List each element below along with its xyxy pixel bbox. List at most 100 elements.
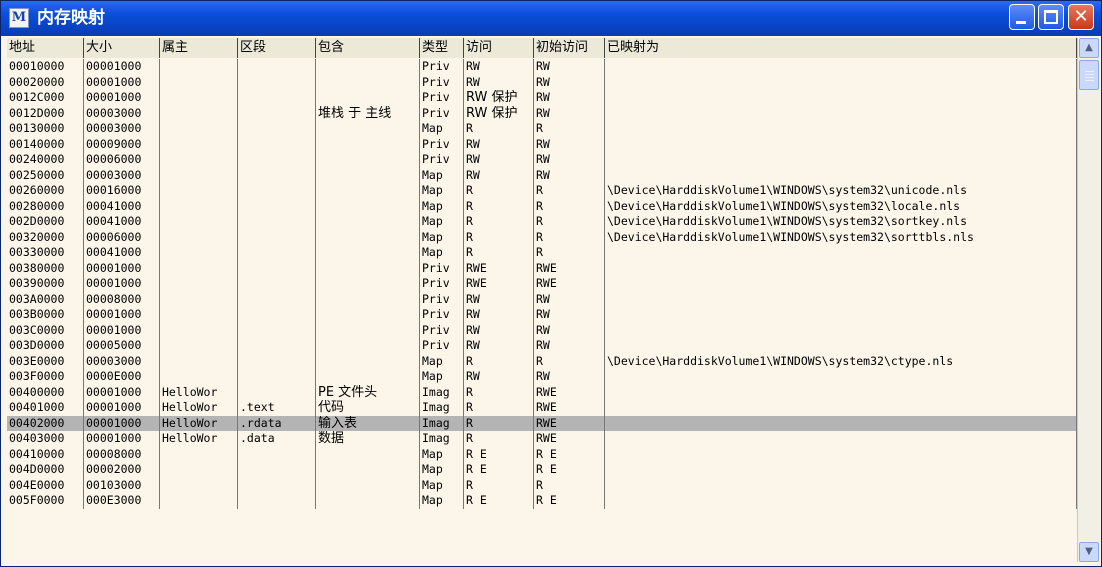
table-row[interactable]: 003F0000 0000E000 Map RW RW xyxy=(7,369,1077,385)
cell-mapped-as xyxy=(605,431,1077,447)
cell-size: 00103000 xyxy=(84,477,160,493)
cell-contains xyxy=(316,167,420,183)
app-m-icon[interactable]: M xyxy=(9,8,29,28)
scroll-thumb[interactable] xyxy=(1079,60,1099,90)
cell-access: RWE xyxy=(464,276,534,292)
table-row[interactable]: 003E0000 00003000 Map R R \Device\HarddiskVol… xyxy=(7,353,1077,369)
scroll-up-button[interactable]: ▲ xyxy=(1079,38,1099,58)
cell-access: RWE xyxy=(464,260,534,276)
minimize-button[interactable] xyxy=(1009,4,1035,30)
table-row[interactable]: 004D0000 00002000 Map R ER E xyxy=(7,462,1077,478)
table-row[interactable]: 003D0000 00005000 Priv RW RW xyxy=(7,338,1077,354)
cell-section xyxy=(238,245,316,261)
cell-type: Priv xyxy=(420,276,464,292)
cell-address: 004D0000 xyxy=(7,462,84,478)
table-row[interactable]: 0012D000 00003000 堆栈 于 主线 Priv RW 保护 RW xyxy=(7,105,1077,121)
cell-initial-access: R xyxy=(534,477,605,493)
memory-table-body[interactable]: 00010000 00001000 Priv RW RW 00020000 00001000… xyxy=(7,59,1077,563)
header-mapped-as[interactable]: 已映射为 xyxy=(605,38,1077,58)
table-row-selected[interactable]: 00402000 00001000 HelloWor .rdata 输入表 Imag R RW… xyxy=(7,415,1077,431)
cell-type: Priv xyxy=(420,260,464,276)
cell-size: 00001000 xyxy=(84,431,160,447)
cell-access: R xyxy=(464,400,534,416)
header-address[interactable]: 地址 xyxy=(7,38,84,58)
cell-access: R xyxy=(464,245,534,261)
header-access[interactable]: 访问 xyxy=(464,38,534,58)
cell-address: 00402000 xyxy=(7,415,84,431)
cell-section xyxy=(238,214,316,230)
table-row[interactable]: 00320000 00006000 Map R R \Device\HarddiskVol… xyxy=(7,229,1077,245)
maximize-button[interactable] xyxy=(1038,4,1064,30)
table-row[interactable]: 00020000 00001000 Priv RW RW xyxy=(7,74,1077,90)
cell-owner xyxy=(160,229,238,245)
cell-initial-access: RW xyxy=(534,59,605,75)
table-row[interactable]: 00401000 00001000 HelloWor .text 代码 Imag R RWE xyxy=(7,400,1077,416)
cell-initial-access: RW xyxy=(534,338,605,354)
cell-mapped-as: \Device\HarddiskVolume1\WINDOWS\system32… xyxy=(605,198,1077,214)
header-section[interactable]: 区段 xyxy=(238,38,316,58)
title-bar[interactable]: M 内存映射 ✕ xyxy=(1,1,1101,36)
cell-contains xyxy=(316,59,420,75)
table-row[interactable]: 00260000 00016000 Map R R \Device\HarddiskVol… xyxy=(7,183,1077,199)
cell-size: 00001000 xyxy=(84,400,160,416)
cell-owner xyxy=(160,338,238,354)
table-row[interactable]: 005F0000 000E3000 Map R ER E xyxy=(7,493,1077,509)
table-row[interactable]: 00280000 00041000 Map R R \Device\HarddiskVol… xyxy=(7,198,1077,214)
cell-initial-access: R xyxy=(534,198,605,214)
cell-size: 00001000 xyxy=(84,260,160,276)
table-row[interactable]: 00330000 00041000 Map R R xyxy=(7,245,1077,261)
cell-owner: HelloWor xyxy=(160,431,238,447)
header-contains[interactable]: 包含 xyxy=(316,38,420,58)
table-row[interactable]: 00250000 00003000 Map RW RW xyxy=(7,167,1077,183)
cell-section: .rdata xyxy=(238,415,316,431)
cell-owner xyxy=(160,59,238,75)
table-row[interactable]: 00130000 00003000 Map R R xyxy=(7,121,1077,137)
table-row[interactable]: 003C0000 00001000 Priv RW RW xyxy=(7,322,1077,338)
cell-mapped-as xyxy=(605,136,1077,152)
table-row[interactable]: 003A0000 00008000 Priv RW RW xyxy=(7,291,1077,307)
cell-address: 00280000 xyxy=(7,198,84,214)
table-row[interactable]: 00410000 00008000 Map R ER E xyxy=(7,446,1077,462)
cell-type: Map xyxy=(420,493,464,509)
table-row[interactable]: 00403000 00001000 HelloWor .data 数据 Imag R RWE xyxy=(7,431,1077,447)
cell-address: 005F0000 xyxy=(7,493,84,509)
cell-initial-access: R E xyxy=(534,493,605,509)
cell-access: R xyxy=(464,229,534,245)
cell-type: Imag xyxy=(420,384,464,400)
table-row[interactable]: 0012C000 00001000 Priv RW 保护 RW xyxy=(7,90,1077,106)
cell-mapped-as xyxy=(605,493,1077,509)
cell-contains xyxy=(316,276,420,292)
table-row[interactable]: 00400000 00001000 HelloWor PE 文件头 Imag R RWE xyxy=(7,384,1077,400)
table-row[interactable]: 00390000 00001000 Priv RWE RWE xyxy=(7,276,1077,292)
vertical-scrollbar[interactable]: ▲ ▼ xyxy=(1077,38,1100,562)
cell-owner xyxy=(160,353,238,369)
table-row[interactable]: 00240000 00006000 Priv RW RW xyxy=(7,152,1077,168)
table-row[interactable]: 002D0000 00041000 Map R R \Device\HarddiskVol… xyxy=(7,214,1077,230)
cell-mapped-as xyxy=(605,90,1077,106)
chevron-down-icon: ▼ xyxy=(1085,546,1093,557)
cell-access: RW xyxy=(464,338,534,354)
cell-address: 00260000 xyxy=(7,183,84,199)
cell-type: Priv xyxy=(420,307,464,323)
table-row[interactable]: 00380000 00001000 Priv RWE RWE xyxy=(7,260,1077,276)
cell-size: 00001000 xyxy=(84,74,160,90)
cell-initial-access: RW xyxy=(534,105,605,121)
cell-initial-access: RW xyxy=(534,291,605,307)
table-row[interactable]: 00140000 00009000 Priv RW RW xyxy=(7,136,1077,152)
scroll-down-button[interactable]: ▼ xyxy=(1079,542,1099,562)
header-size[interactable]: 大小 xyxy=(84,38,160,58)
cell-address: 0012D000 xyxy=(7,105,84,121)
table-row[interactable]: 003B0000 00001000 Priv RW RW xyxy=(7,307,1077,323)
cell-contains xyxy=(316,322,420,338)
close-button[interactable]: ✕ xyxy=(1068,4,1094,30)
header-type[interactable]: 类型 xyxy=(420,38,464,58)
header-initial-access[interactable]: 初始访问 xyxy=(534,38,605,58)
cell-initial-access: RWE xyxy=(534,384,605,400)
cell-address: 003A0000 xyxy=(7,291,84,307)
table-row[interactable]: 004E0000 00103000 Map R R xyxy=(7,477,1077,493)
cell-section xyxy=(238,477,316,493)
header-owner[interactable]: 属主 xyxy=(160,38,238,58)
cell-access: RW xyxy=(464,59,534,75)
table-row[interactable]: 00010000 00001000 Priv RW RW xyxy=(7,59,1077,75)
cell-size: 00001000 xyxy=(84,90,160,106)
